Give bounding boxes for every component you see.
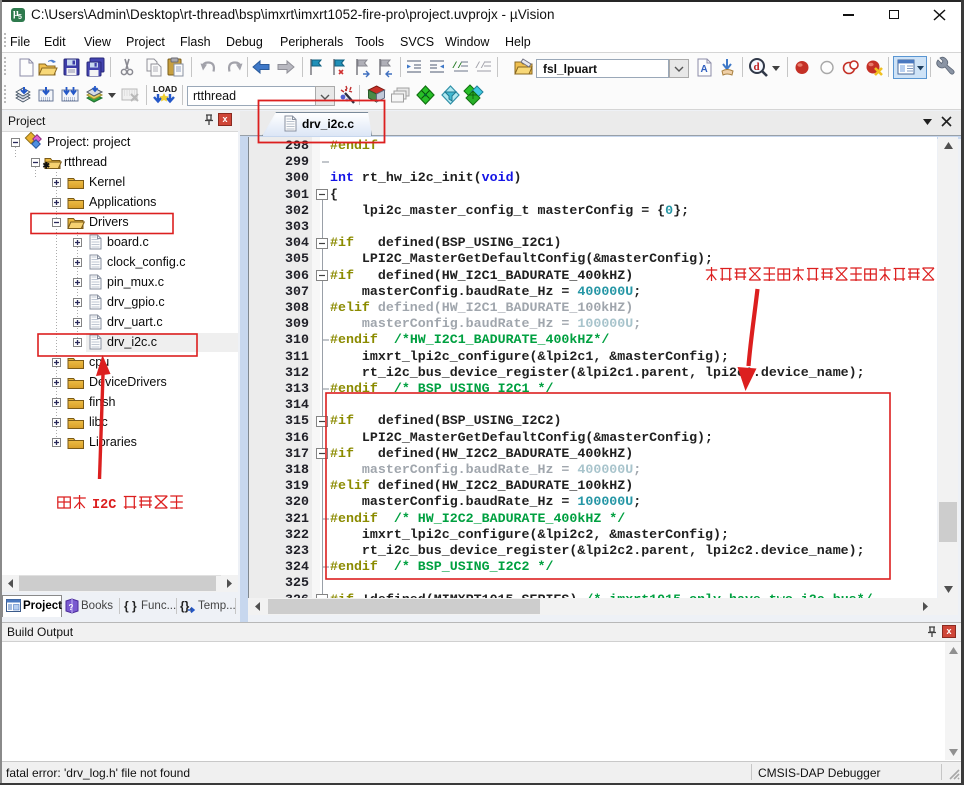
svg-text:I2C: I2C [92, 498, 116, 513]
